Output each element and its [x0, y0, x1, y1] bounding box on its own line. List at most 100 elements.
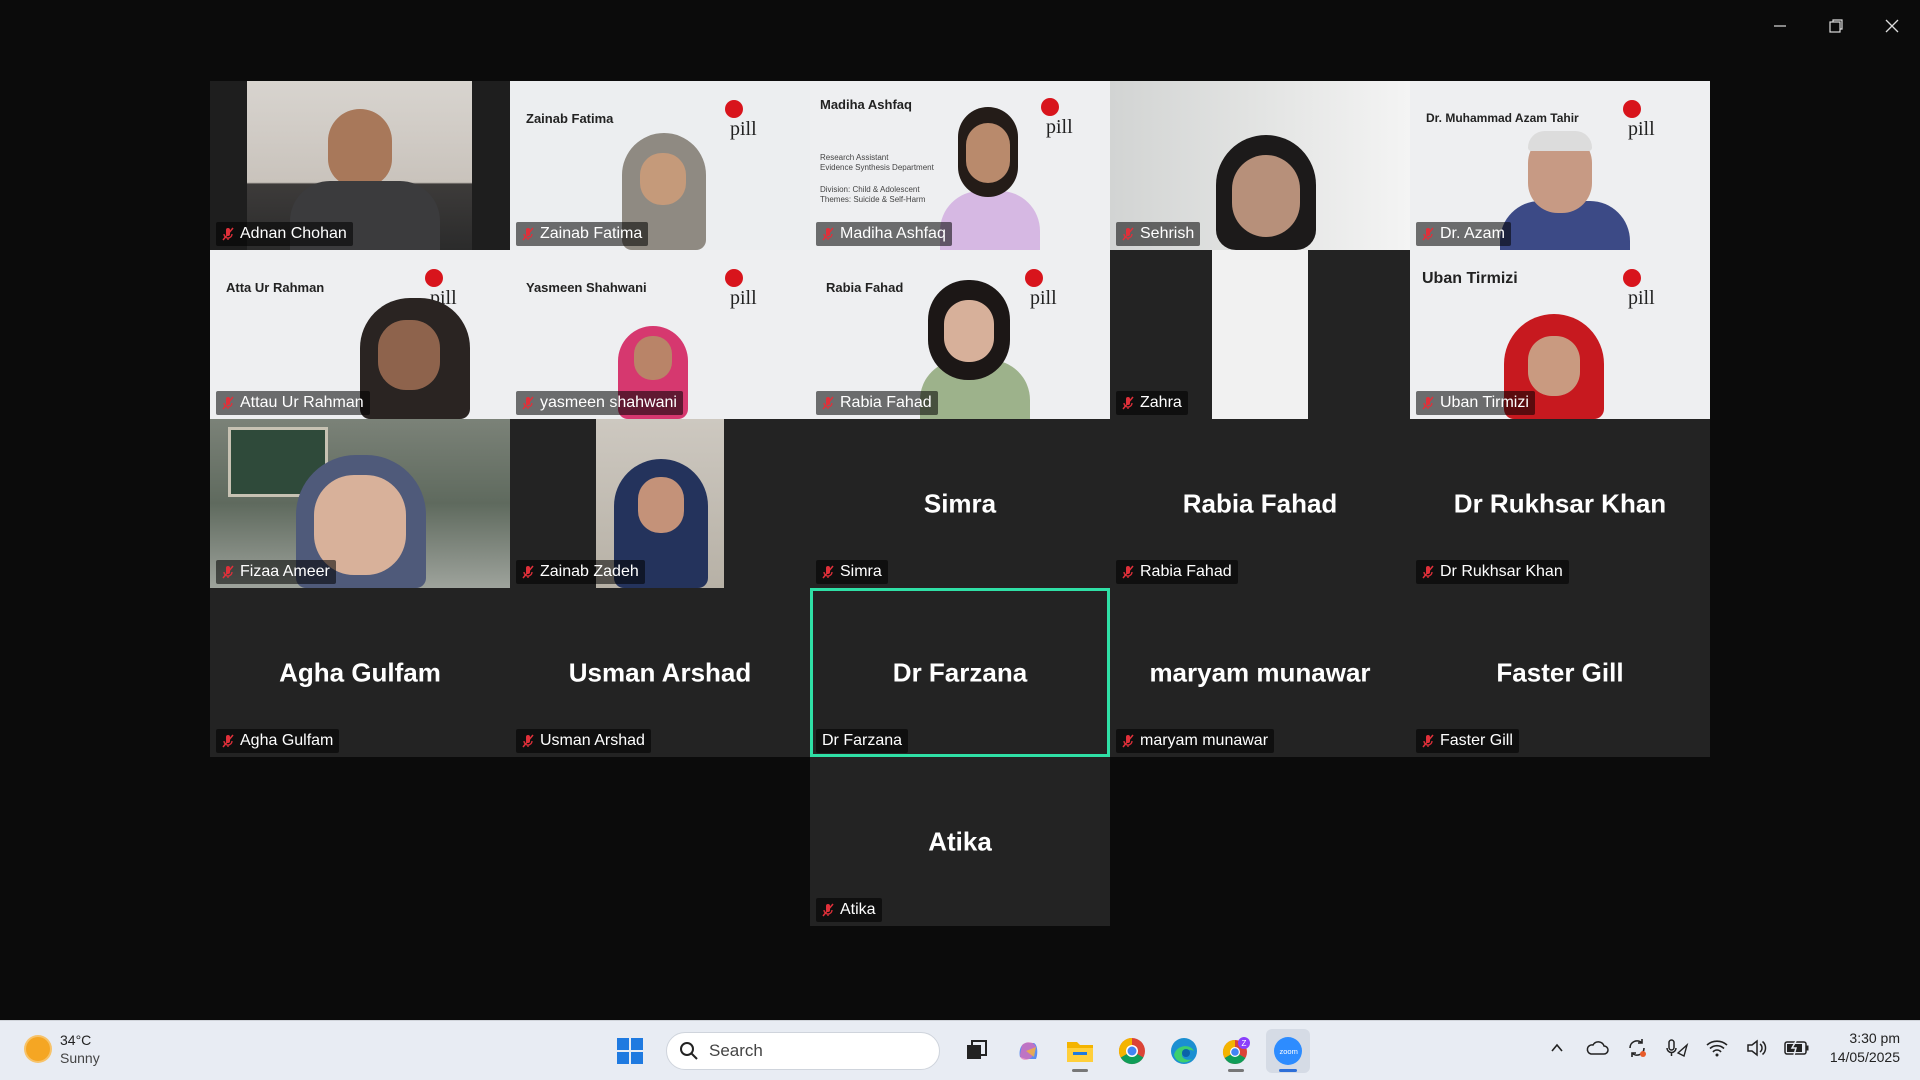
clock-date: 14/05/2025	[1829, 1049, 1900, 1065]
participant-name: yasmeen shahwani	[540, 394, 677, 411]
participant-name: Uban Tirmizi	[1440, 394, 1529, 411]
video-tile[interactable]: Rabia Fahad Rabia Fahad	[1110, 419, 1410, 588]
video-tile[interactable]: Atta Ur Rahman pill Attau Ur Rahman	[210, 250, 510, 419]
chevron-up-icon	[1551, 1043, 1563, 1052]
participant-name-label: Fizaa Ameer	[216, 560, 336, 584]
participant-name: Zainab Zadeh	[540, 563, 639, 580]
participant-display-name: Rabia Fahad	[1182, 488, 1338, 518]
file-explorer-icon	[1067, 1042, 1093, 1062]
video-tile[interactable]: Zahra	[1110, 250, 1410, 419]
muted-mic-icon	[1122, 396, 1134, 410]
pill-logo-icon: pill	[1025, 269, 1057, 309]
taskbar-search[interactable]: Search	[666, 1032, 940, 1070]
microphone-in-use-icon	[1666, 1039, 1689, 1058]
muted-mic-icon	[822, 396, 834, 410]
video-tile[interactable]: Yasmeen Shahwani pill yasmeen shahwani	[510, 250, 810, 419]
pill-logo-icon: pill	[1041, 98, 1073, 138]
slide-title: Madiha Ashfaq	[820, 97, 912, 112]
video-tile[interactable]: Zainab Zadeh	[510, 419, 810, 588]
muted-mic-icon	[522, 396, 534, 410]
muted-mic-icon	[1422, 227, 1434, 241]
participant-name: Madiha Ashfaq	[840, 225, 946, 242]
wifi-button[interactable]	[1702, 1033, 1732, 1063]
participant-name-label: Atika	[816, 898, 882, 922]
svg-text:pill: pill	[1628, 118, 1655, 140]
sync-button[interactable]	[1622, 1033, 1652, 1063]
video-tile[interactable]: Atika Atika	[810, 757, 1110, 926]
chrome-button[interactable]	[1110, 1029, 1154, 1073]
video-tile[interactable]: Fizaa Ameer	[210, 419, 510, 588]
muted-mic-icon	[522, 565, 534, 579]
battery-button[interactable]	[1782, 1033, 1812, 1063]
video-tile[interactable]: Adnan Chohan	[210, 81, 510, 250]
muted-mic-icon	[222, 227, 234, 241]
video-tile[interactable]: Madiha Ashfaq Research Assistant Evidenc…	[810, 81, 1110, 250]
participant-name: Dr Farzana	[822, 732, 903, 749]
weather-widget[interactable]: 34°C Sunny	[26, 1031, 100, 1067]
microphone-location-button[interactable]	[1662, 1033, 1692, 1063]
task-view-button[interactable]	[954, 1029, 998, 1073]
speaker-icon	[1747, 1039, 1767, 1057]
participant-name-label: Agha Gulfam	[216, 729, 340, 753]
svg-text:pill: pill	[730, 118, 757, 140]
muted-mic-icon	[822, 903, 834, 917]
svg-text:pill: pill	[1046, 116, 1073, 138]
slide-title: Dr. Muhammad Azam Tahir	[1426, 111, 1579, 125]
taskbar-clock[interactable]: 3:30 pm 14/05/2025	[1830, 1029, 1900, 1067]
video-tile[interactable]: maryam munawar maryam munawar	[1110, 588, 1410, 757]
slide-title: Rabia Fahad	[826, 280, 904, 295]
file-explorer-button[interactable]	[1058, 1029, 1102, 1073]
video-tile[interactable]: Usman Arshad Usman Arshad	[510, 588, 810, 757]
copilot-button[interactable]	[1006, 1029, 1050, 1073]
participant-name: Attau Ur Rahman	[240, 394, 364, 411]
video-tile[interactable]: Sehrish	[1110, 81, 1410, 250]
video-tile[interactable]: Rabia Fahad pill Rabia Fahad	[810, 250, 1110, 419]
muted-mic-icon	[222, 734, 234, 748]
copilot-icon	[1019, 1042, 1038, 1060]
pill-logo-icon: pill	[1623, 269, 1655, 309]
windows-taskbar: 34°C Sunny Search Z zoom 3:30 pm 14/05/2…	[0, 1020, 1920, 1080]
video-tile[interactable]: Agha Gulfam Agha Gulfam	[210, 588, 510, 757]
participant-name: Rabia Fahad	[1140, 563, 1232, 580]
chrome-profile-button[interactable]: Z	[1214, 1029, 1258, 1073]
show-hidden-icons-button[interactable]	[1542, 1033, 1572, 1063]
participant-name-label: Usman Arshad	[516, 729, 651, 753]
participant-display-name: Agha Gulfam	[279, 657, 441, 687]
muted-mic-icon	[222, 396, 234, 410]
sync-icon	[1629, 1039, 1646, 1057]
sun-icon	[26, 1037, 50, 1061]
edge-button[interactable]	[1162, 1029, 1206, 1073]
window-controls	[1752, 8, 1920, 44]
restore-icon	[1829, 19, 1843, 33]
video-tile[interactable]: Simra Simra	[810, 419, 1110, 588]
participant-name: Rabia Fahad	[840, 394, 932, 411]
pill-logo-icon: pill	[1623, 100, 1655, 140]
video-tile[interactable]: Faster Gill Faster Gill	[1410, 588, 1710, 757]
slide-title: Uban Tirmizi	[1422, 270, 1518, 287]
start-button[interactable]	[608, 1029, 652, 1073]
slide-title: Yasmeen Shahwani	[526, 280, 647, 295]
taskbar-apps: Search Z zoom	[608, 1029, 1310, 1073]
video-tile[interactable]: Zainab Fatima pill Zainab Fatima	[510, 81, 810, 250]
participant-name-label: maryam munawar	[1116, 729, 1275, 753]
participant-name-label: Rabia Fahad	[816, 391, 938, 415]
participant-name-label: Sehrish	[1116, 222, 1201, 246]
minimize-button[interactable]	[1752, 8, 1808, 44]
video-tile[interactable]: Uban Tirmizi pill Uban Tirmizi	[1410, 250, 1710, 419]
restore-button[interactable]	[1808, 8, 1864, 44]
participant-name-label: Zainab Fatima	[516, 222, 649, 246]
slide-line: Research Assistant	[820, 153, 889, 162]
minimize-icon	[1774, 25, 1786, 27]
zoom-button[interactable]: zoom	[1266, 1029, 1310, 1073]
muted-mic-icon	[1122, 227, 1134, 241]
onedrive-button[interactable]	[1582, 1033, 1612, 1063]
volume-button[interactable]	[1742, 1033, 1772, 1063]
video-tile[interactable]: Dr. Muhammad Azam Tahir pill Dr. Azam	[1410, 81, 1710, 250]
close-button[interactable]	[1864, 8, 1920, 44]
participant-name-label: Attau Ur Rahman	[216, 391, 370, 415]
participant-name: Faster Gill	[1440, 732, 1513, 749]
participant-display-name: maryam munawar	[1149, 657, 1371, 687]
video-tile-active-speaker[interactable]: Dr Farzana Dr Farzana	[810, 588, 1110, 757]
participant-name: Simra	[840, 563, 882, 580]
video-tile[interactable]: Dr Rukhsar Khan Dr Rukhsar Khan	[1410, 419, 1710, 588]
